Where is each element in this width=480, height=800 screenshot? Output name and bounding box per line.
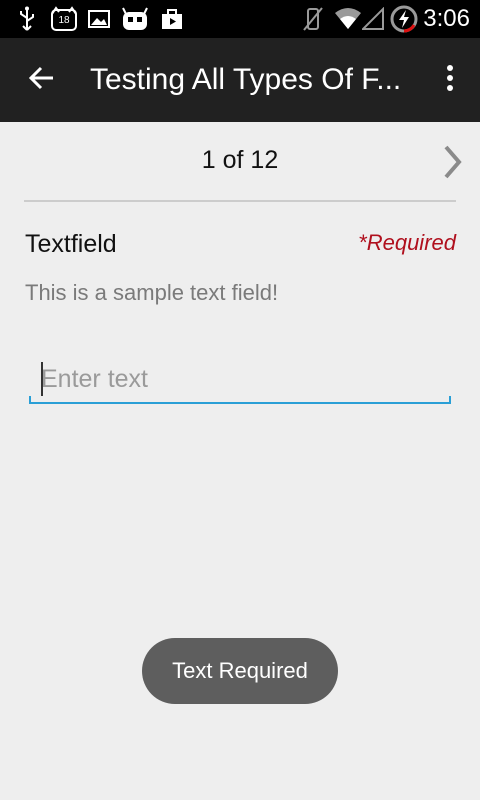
back-button[interactable]: [22, 60, 62, 100]
android-icon: [120, 6, 150, 32]
page-title: Testing All Types Of F...: [90, 63, 402, 96]
mute-icon: [302, 6, 324, 32]
more-vert-icon: [446, 64, 454, 97]
overflow-menu-button[interactable]: [440, 60, 460, 100]
image-icon: [88, 6, 110, 32]
wifi-icon: [334, 6, 362, 32]
page-counter: 1 of 12: [201, 146, 279, 174]
input-underline-left: [29, 396, 31, 404]
pager: 1 of 12: [0, 122, 480, 202]
required-label: *Required: [358, 230, 456, 255]
input-underline-right: [449, 396, 451, 404]
briefcase-icon: [160, 6, 184, 32]
chevron-right-icon: [440, 145, 464, 184]
signal-icon: [362, 6, 384, 32]
toast-message: Text Required: [142, 638, 338, 704]
status-bar: 18 3:06: [0, 0, 480, 38]
battery-charging-icon: [390, 5, 418, 33]
input-underline: [29, 402, 451, 404]
arrow-back-icon: [28, 66, 55, 95]
field-label: Textfield: [25, 230, 117, 258]
text-cursor: [41, 362, 43, 396]
notification-badge-count: 18: [58, 15, 70, 26]
next-page-button[interactable]: [440, 144, 464, 180]
field-hint: This is a sample text field!: [25, 280, 279, 305]
text-field-container: [29, 356, 451, 404]
divider: [24, 200, 456, 202]
action-bar: Testing All Types Of F...: [0, 38, 480, 122]
status-time: 3:06: [423, 5, 470, 32]
text-input[interactable]: [29, 356, 451, 402]
usb-icon: [14, 6, 40, 32]
